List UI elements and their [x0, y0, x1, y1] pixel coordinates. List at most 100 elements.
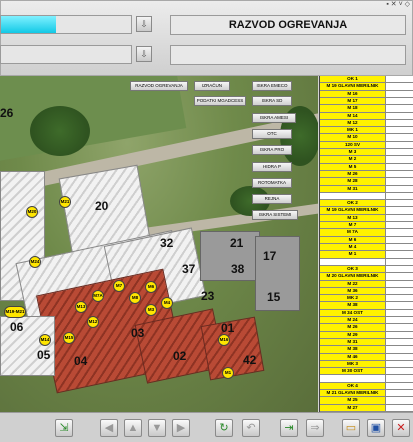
meter-marker[interactable]: M12 — [87, 316, 99, 328]
table-row: M 14 — [320, 112, 413, 120]
map-button[interactable]: ROTOMATKA — [252, 178, 292, 188]
map-button[interactable]: ISKRA SD — [252, 96, 292, 106]
table-row: 120 SV — [320, 141, 413, 150]
meter-label: M 19 GLAVNI MERILNIK — [320, 207, 386, 214]
meter-label: OK 3 — [320, 265, 386, 273]
meter-label: M 3 — [320, 149, 386, 156]
title-box: RAZVOD OGREVANJA — [170, 15, 406, 35]
building-number: 26 — [0, 106, 14, 120]
table-row: OK 3 — [320, 265, 413, 274]
meter-marker[interactable]: M8 — [129, 292, 141, 304]
folder-open-icon[interactable]: ▭ — [342, 419, 360, 437]
meter-value — [386, 236, 413, 243]
meter-label: M 27 — [320, 404, 386, 411]
nav-right-icon[interactable]: ▶ — [172, 419, 190, 437]
meter-value — [386, 214, 413, 222]
meter-label: MK 2 — [320, 295, 386, 302]
meter-value — [386, 207, 413, 214]
meter-label: M 14 — [320, 112, 386, 119]
meter-label — [320, 192, 386, 200]
building-number: 21 — [230, 236, 244, 250]
building-number: 23 — [201, 289, 215, 303]
table-row — [320, 258, 413, 266]
table-row: M 31 — [320, 185, 413, 193]
meter-marker[interactable]: M19-M21 — [4, 306, 26, 318]
meter-value — [386, 295, 413, 302]
meter-marker[interactable]: M3 — [145, 304, 157, 316]
table-row: M 30 OST — [320, 368, 413, 376]
building-number: 03 — [131, 326, 145, 340]
status-box — [170, 45, 406, 65]
meter-marker[interactable]: M21 — [59, 196, 71, 208]
meter-value — [386, 90, 413, 97]
meter-label: OK 2 — [320, 200, 386, 207]
meter-label: OK 1 — [320, 76, 386, 83]
meter-marker[interactable]: M4 — [161, 297, 173, 309]
meter-value — [386, 346, 413, 353]
meter-marker[interactable]: M24 — [29, 256, 41, 268]
map-button[interactable]: HIDRA P — [252, 162, 292, 172]
close-icon[interactable]: ✕ — [392, 419, 410, 437]
meter-marker[interactable]: M7 — [113, 280, 125, 292]
meter-label: M 30 OST — [320, 368, 386, 375]
building-number: 20 — [95, 199, 109, 213]
map-button[interactable]: PODATKI MGADCESS — [194, 96, 246, 106]
meter-label: M 46 — [320, 353, 386, 360]
refresh-icon[interactable]: ↻ — [215, 419, 233, 437]
map-button[interactable]: RAZVOD OGREVANJA — [130, 81, 188, 91]
meter-value — [386, 185, 413, 192]
meter-marker[interactable]: M20 — [26, 206, 38, 218]
undo-icon[interactable]: ↶ — [242, 419, 260, 437]
nav-down-icon[interactable]: ▼ — [148, 419, 166, 437]
progress-bar-2 — [0, 45, 132, 64]
forward-icon[interactable]: ⇒ — [306, 419, 324, 437]
table-row: M 16 — [320, 90, 413, 98]
scroll-button-1[interactable]: ⇩ — [136, 16, 152, 32]
meter-marker[interactable]: M14 — [39, 334, 51, 346]
meter-label: M 22 — [320, 280, 386, 287]
meter-table: OK 1M 19 GLAVNI MERILNIK M 16 M 17 M 18 M 14… — [319, 76, 413, 412]
meter-label: M 38 — [320, 346, 386, 353]
table-row: M 18 — [320, 105, 413, 113]
table-row: M 25 — [320, 397, 413, 405]
scroll-button-2[interactable]: ⇩ — [136, 46, 152, 62]
meter-marker[interactable]: M7A — [92, 290, 104, 302]
map-button[interactable]: ISKRA SISTEMI — [252, 210, 298, 220]
table-row: M 7 — [320, 222, 413, 230]
export-icon[interactable]: ⇥ — [280, 419, 298, 437]
nav-left-icon[interactable]: ◀ — [100, 419, 118, 437]
table-row: M 38 — [320, 302, 413, 310]
building-number: 04 — [74, 354, 88, 368]
meter-value — [386, 338, 413, 346]
nav-up-icon[interactable]: ▲ — [124, 419, 142, 437]
meter-label: M 24 — [320, 317, 386, 324]
map-button[interactable]: REJNA — [252, 194, 292, 204]
map-button[interactable]: OTC — [252, 129, 292, 139]
map-button[interactable]: ISKRA AMESI — [252, 113, 296, 123]
meter-marker[interactable]: M1 — [222, 367, 234, 379]
meter-value — [386, 331, 413, 338]
aerial-map: 26 20 32 21 17 37 38 23 15 06 05 04 03 0… — [0, 76, 318, 412]
table-row: M 12 — [320, 119, 413, 128]
table-row: M 5 — [320, 163, 413, 171]
meter-label: M 12 — [320, 119, 386, 127]
building-number: 05 — [37, 348, 51, 362]
map-button[interactable]: IZRAČUN — [194, 81, 230, 91]
meter-marker[interactable]: M16 — [218, 334, 230, 346]
table-row: M 7A — [320, 229, 413, 237]
table-row: M 31 — [320, 338, 413, 347]
meter-marker[interactable]: M13 — [75, 301, 87, 313]
meter-value — [386, 76, 413, 83]
progress-fill — [1, 16, 56, 33]
table-row: M 46 — [320, 353, 413, 361]
meter-marker[interactable]: M6 — [145, 281, 157, 293]
map-button[interactable]: ISKRA PRO — [252, 145, 292, 155]
meter-label: M 16 — [320, 90, 386, 97]
meter-label: M 2 — [320, 156, 386, 163]
window-controls[interactable]: ▪ ✕ ˅ ◇ — [350, 0, 410, 10]
save-icon[interactable]: ▣ — [367, 419, 385, 437]
meter-value — [386, 156, 413, 163]
meter-marker[interactable]: M15 — [63, 332, 75, 344]
map-button[interactable]: ISKRA EMECO — [252, 81, 292, 91]
import-icon[interactable]: ⇲ — [55, 419, 73, 437]
